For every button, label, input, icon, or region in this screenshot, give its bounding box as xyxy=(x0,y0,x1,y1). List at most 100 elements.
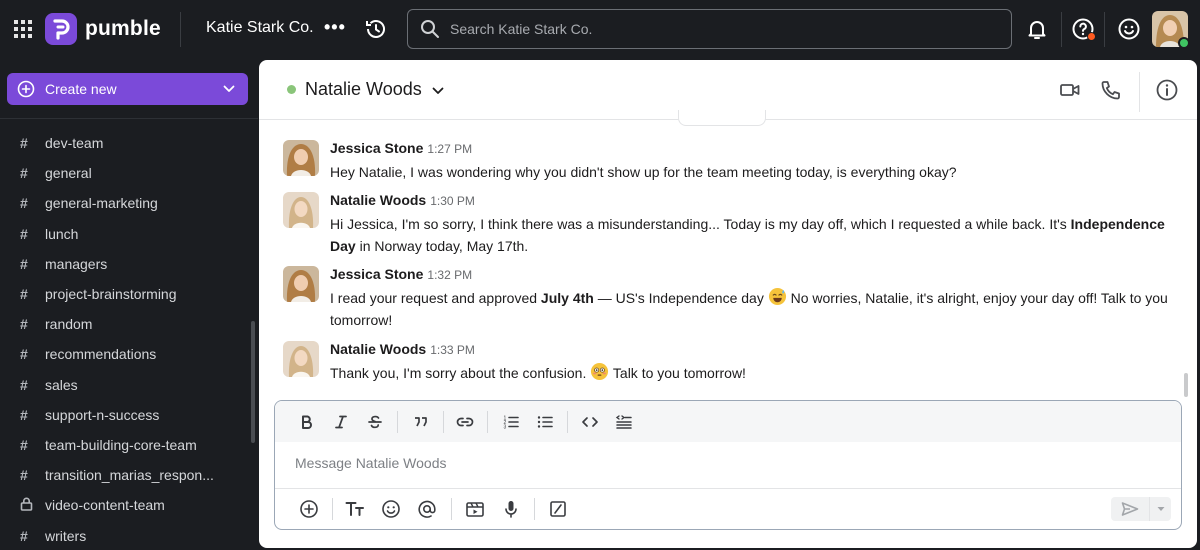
message-author[interactable]: Jessica Stone xyxy=(330,266,423,282)
channel-name: lunch xyxy=(45,225,79,242)
emoji-icon[interactable] xyxy=(379,497,403,521)
divider xyxy=(567,411,568,433)
sidebar-item-channel[interactable]: # sales xyxy=(0,370,258,400)
video-call-icon[interactable] xyxy=(1058,78,1082,102)
code-block-icon[interactable] xyxy=(612,410,636,434)
message-text-segment: Hi Jessica, I'm so sorry, I think there … xyxy=(330,216,1071,232)
message-text-segment: Talk to you tomorrow! xyxy=(609,365,746,381)
numbered-list-icon[interactable]: 123 xyxy=(499,410,523,434)
sidebar-item-channel[interactable]: # lunch xyxy=(0,219,258,249)
strikethrough-icon[interactable] xyxy=(363,410,387,434)
channel-name: general-marketing xyxy=(45,195,158,212)
microphone-icon[interactable] xyxy=(499,497,523,521)
sidebar-item-channel[interactable]: # managers xyxy=(0,249,258,279)
divider xyxy=(1139,72,1140,112)
workspace-more-button[interactable]: ••• xyxy=(324,17,346,38)
message-header: Natalie Woods 1:33 PM xyxy=(330,341,475,359)
avatar[interactable] xyxy=(283,140,319,176)
sweat-smile-emoji-icon xyxy=(768,287,786,306)
search-bar[interactable] xyxy=(407,9,1012,49)
slash-command-icon[interactable] xyxy=(546,497,570,521)
hash-icon: # xyxy=(20,436,28,453)
avatar[interactable] xyxy=(283,192,319,228)
channel-name: dev-team xyxy=(45,135,104,152)
app-name: pumble xyxy=(85,17,161,40)
code-icon[interactable] xyxy=(578,410,602,434)
sidebar-item-channel[interactable]: video-content-team xyxy=(0,490,258,520)
presence-indicator xyxy=(287,85,296,94)
emoji-status-icon[interactable] xyxy=(1117,17,1141,41)
message-author[interactable]: Natalie Woods xyxy=(330,192,426,208)
search-input[interactable] xyxy=(450,21,990,37)
sidebar-item-channel[interactable]: # dev-team xyxy=(0,128,258,158)
hash-icon: # xyxy=(20,255,28,272)
info-icon[interactable] xyxy=(1155,78,1179,102)
phone-icon[interactable] xyxy=(1099,78,1123,102)
message-author[interactable]: Natalie Woods xyxy=(330,341,426,357)
history-icon[interactable] xyxy=(364,17,388,41)
lock-icon xyxy=(20,497,34,514)
message-text: Hi Jessica, I'm so sorry, I think there … xyxy=(330,213,1170,257)
sidebar-scrollbar[interactable] xyxy=(251,321,255,443)
hash-icon: # xyxy=(20,225,28,242)
channel-name: recommendations xyxy=(45,346,157,363)
send-controls xyxy=(1111,497,1171,521)
message-input[interactable] xyxy=(295,455,1155,471)
message-text-segment: I read your request and approved xyxy=(330,290,541,306)
avatar[interactable] xyxy=(283,341,319,377)
send-button[interactable] xyxy=(1111,497,1149,521)
mention-icon[interactable] xyxy=(415,497,439,521)
channel-list: # dev-team # general # general-marketing # l… xyxy=(0,119,258,550)
message-header: Jessica Stone 1:27 PM xyxy=(330,140,472,158)
channel-name: general xyxy=(45,165,92,182)
video-clip-icon[interactable] xyxy=(463,497,487,521)
bold-icon[interactable] xyxy=(295,410,319,434)
message-header: Natalie Woods 1:30 PM xyxy=(330,192,475,210)
hash-icon: # xyxy=(20,165,28,182)
pumble-logo-icon xyxy=(45,13,77,45)
chat-scrollbar[interactable] xyxy=(1184,373,1188,397)
link-icon[interactable] xyxy=(453,410,477,434)
channel-name: video-content-team xyxy=(45,497,165,514)
sidebar-item-channel[interactable]: # general xyxy=(0,158,258,188)
quote-icon[interactable] xyxy=(409,410,433,434)
sidebar-item-channel[interactable]: # random xyxy=(0,309,258,339)
message-text-segment: Hey Natalie, I was wondering why you did… xyxy=(330,164,957,180)
message-text-segment: — US's Independence day xyxy=(593,290,768,306)
channel-name: project-brainstorming xyxy=(45,286,177,303)
send-options-button[interactable] xyxy=(1149,497,1171,521)
divider xyxy=(1104,12,1105,47)
search-icon xyxy=(421,20,439,38)
message-text-segment: Thank you, I'm sorry about the confusion… xyxy=(330,365,591,381)
italic-icon[interactable] xyxy=(329,410,353,434)
message-time: 1:27 PM xyxy=(427,142,473,156)
message-author[interactable]: Jessica Stone xyxy=(330,140,423,156)
sidebar-item-channel[interactable]: # team-building-core-team xyxy=(0,430,258,460)
divider xyxy=(487,411,488,433)
chevron-down-icon[interactable] xyxy=(431,84,445,98)
sidebar-item-channel[interactable]: # general-marketing xyxy=(0,188,258,218)
divider xyxy=(397,411,398,433)
sidebar-item-channel[interactable]: # writers xyxy=(0,520,258,550)
channel-name: transition_marias_respon... xyxy=(45,467,214,484)
sidebar-item-channel[interactable]: # project-brainstorming xyxy=(0,279,258,309)
bulleted-list-icon[interactable] xyxy=(533,410,557,434)
chat-title[interactable]: Natalie Woods xyxy=(305,79,422,100)
text-format-icon[interactable] xyxy=(343,497,367,521)
avatar[interactable] xyxy=(283,266,319,302)
sidebar-item-channel[interactable]: # recommendations xyxy=(0,339,258,369)
attach-plus-icon[interactable] xyxy=(297,497,321,521)
apps-grid-icon[interactable] xyxy=(14,20,32,38)
channel-name: writers xyxy=(45,527,87,544)
date-divider-pill[interactable] xyxy=(678,110,766,126)
sidebar-item-channel[interactable]: # support-n-success xyxy=(0,400,258,430)
message-composer: 123 xyxy=(274,400,1182,530)
sidebar-item-channel[interactable]: # transition_marias_respon... xyxy=(0,460,258,490)
hash-icon: # xyxy=(20,467,28,484)
channel-name: support-n-success xyxy=(45,406,160,423)
workspace-name[interactable]: Katie Stark Co. xyxy=(206,19,314,37)
bell-icon[interactable] xyxy=(1025,17,1049,41)
app-logo[interactable]: pumble xyxy=(45,13,161,45)
help-icon[interactable] xyxy=(1071,17,1096,41)
create-new-button[interactable]: Create new xyxy=(7,73,248,105)
